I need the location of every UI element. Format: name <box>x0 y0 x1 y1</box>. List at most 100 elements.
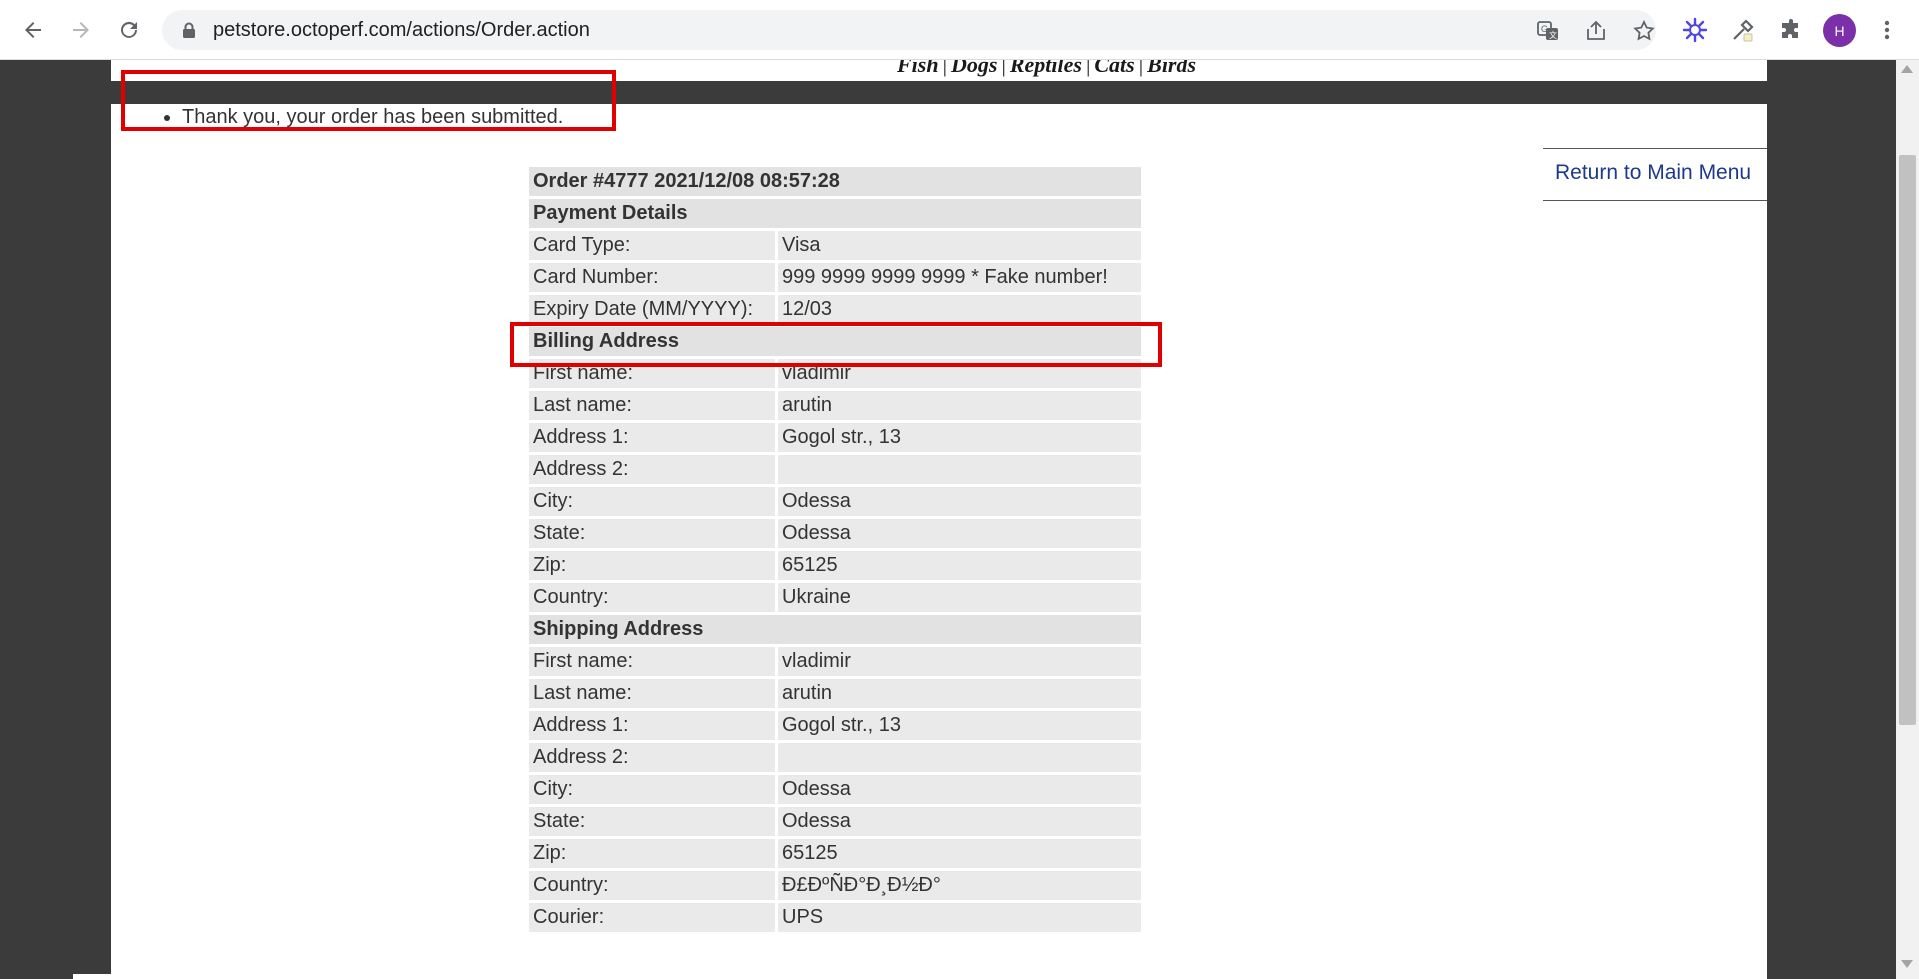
table-row: Zip: 65125 <box>529 551 1141 580</box>
table-row: City: Odessa <box>529 487 1141 516</box>
browser-toolbar: petstore.octoperf.com/actions/Order.acti… <box>0 0 1919 60</box>
billing-country-value: Ukraine <box>778 583 1141 612</box>
payment-details-heading: Payment Details <box>529 199 1141 228</box>
main-content: Thank you, your order has been submitted… <box>111 70 1767 979</box>
expiry-date-value: 12/03 <box>778 295 1141 324</box>
page-viewport: Fish|Dogs|Reptiles|Cats|Birds Thank you,… <box>0 60 1896 979</box>
table-row: Zip: 65125 <box>529 839 1141 868</box>
courier-value: UPS <box>778 903 1141 932</box>
scrollbar-thumb[interactable] <box>1899 155 1916 725</box>
table-row: State: Odessa <box>529 807 1141 836</box>
vertical-scrollbar[interactable] <box>1896 60 1919 979</box>
forward-icon[interactable] <box>64 13 98 47</box>
card-number-value: 999 9999 9999 9999 * Fake number! <box>778 263 1141 292</box>
billing-state-value: Odessa <box>778 519 1141 548</box>
shipping-state-value: Odessa <box>778 807 1141 836</box>
nav-separator: | <box>1001 60 1006 77</box>
table-row: City: Odessa <box>529 775 1141 804</box>
return-main-menu-link[interactable]: Return to Main Menu <box>1555 161 1751 185</box>
share-icon[interactable] <box>1583 18 1609 44</box>
table-row: Last name: arutin <box>529 679 1141 708</box>
shipping-address2-label: Address 2: <box>529 743 775 772</box>
expiry-date-label: Expiry Date (MM/YYYY): <box>529 295 775 324</box>
shipping-zip-value: 65125 <box>778 839 1141 868</box>
nav-cats[interactable]: Cats <box>1094 60 1134 77</box>
order-header-row: Order #4777 2021/12/08 08:57:28 <box>529 167 1141 196</box>
table-row: Expiry Date (MM/YYYY): 12/03 <box>529 295 1141 324</box>
highlight-message <box>121 70 616 131</box>
billing-country-label: Country: <box>529 583 775 612</box>
extension-ai-icon[interactable] <box>1678 13 1712 47</box>
profile-avatar[interactable]: H <box>1823 14 1856 47</box>
table-row: Country: Ukraine <box>529 583 1141 612</box>
return-menu-box: Return to Main Menu <box>1543 148 1767 201</box>
svg-text:文: 文 <box>1549 30 1557 40</box>
table-row: Address 1: Gogol str., 13 <box>529 423 1141 452</box>
shipping-zip-label: Zip: <box>529 839 775 868</box>
shipping-address2-value <box>778 743 1141 772</box>
address-bar[interactable]: petstore.octoperf.com/actions/Order.acti… <box>162 10 1656 50</box>
star-icon[interactable] <box>1631 18 1657 44</box>
url-text: petstore.octoperf.com/actions/Order.acti… <box>213 19 590 41</box>
shipping-city-label: City: <box>529 775 775 804</box>
shipping-country-label: Country: <box>529 871 775 900</box>
shipping-country-value: Ð£ÐºÑÐ°Ð¸Ð½Ð° <box>778 871 1141 900</box>
eyedropper-icon[interactable] <box>1726 13 1760 47</box>
card-number-label: Card Number: <box>529 263 775 292</box>
table-row: Last name: arutin <box>529 391 1141 420</box>
shipping-city-value: Odessa <box>778 775 1141 804</box>
billing-zip-value: 65125 <box>778 551 1141 580</box>
table-row: Address 2: <box>529 455 1141 484</box>
shipping-last-name-value: arutin <box>778 679 1141 708</box>
scroll-up-arrow-icon[interactable] <box>1901 65 1913 73</box>
order-table: Order #4777 2021/12/08 08:57:28 Payment … <box>526 164 1144 935</box>
table-row: Courier: UPS <box>529 903 1141 932</box>
nav-separator: | <box>1138 60 1144 77</box>
billing-address2-label: Address 2: <box>529 455 775 484</box>
billing-address2-value <box>778 455 1141 484</box>
shipping-state-label: State: <box>529 807 775 836</box>
scroll-down-arrow-icon[interactable] <box>1901 960 1913 968</box>
section-header-row: Shipping Address <box>529 615 1141 644</box>
shipping-address1-value: Gogol str., 13 <box>778 711 1141 740</box>
shipping-address-heading: Shipping Address <box>529 615 1141 644</box>
shipping-first-name-label: First name: <box>529 647 775 676</box>
billing-city-label: City: <box>529 487 775 516</box>
puzzle-icon[interactable] <box>1774 13 1808 47</box>
shipping-first-name-value: vladimir <box>778 647 1141 676</box>
billing-zip-label: Zip: <box>529 551 775 580</box>
order-number: Order #4777 2021/12/08 08:57:28 <box>529 167 1141 196</box>
nav-fish[interactable]: Fish <box>897 60 939 77</box>
billing-last-name-value: arutin <box>778 391 1141 420</box>
nav-birds[interactable]: Birds <box>1147 60 1196 77</box>
nav-separator: | <box>1085 60 1091 77</box>
bottom-edge-strip <box>73 974 590 979</box>
translate-icon[interactable]: G文 <box>1535 18 1561 44</box>
table-row: Address 1: Gogol str., 13 <box>529 711 1141 740</box>
table-row: Country: Ð£ÐºÑÐ°Ð¸Ð½Ð° <box>529 871 1141 900</box>
menu-icon[interactable] <box>1870 13 1904 47</box>
table-row: First name: vladimir <box>529 647 1141 676</box>
nav-separator: | <box>942 60 947 77</box>
table-row: State: Odessa <box>529 519 1141 548</box>
courier-label: Courier: <box>529 903 775 932</box>
highlight-card-number <box>510 322 1162 367</box>
back-icon[interactable] <box>16 13 50 47</box>
shipping-last-name-label: Last name: <box>529 679 775 708</box>
shipping-address1-label: Address 1: <box>529 711 775 740</box>
billing-city-value: Odessa <box>778 487 1141 516</box>
billing-last-name-label: Last name: <box>529 391 775 420</box>
nav-reptiles[interactable]: Reptiles <box>1010 60 1082 77</box>
billing-address1-label: Address 1: <box>529 423 775 452</box>
billing-address1-value: Gogol str., 13 <box>778 423 1141 452</box>
card-type-label: Card Type: <box>529 231 775 260</box>
billing-state-label: State: <box>529 519 775 548</box>
reload-icon[interactable] <box>112 13 146 47</box>
table-row: Card Number: 999 9999 9999 9999 * Fake nu… <box>529 263 1141 292</box>
nav-dogs[interactable]: Dogs <box>951 60 997 77</box>
lock-icon[interactable] <box>180 21 198 39</box>
table-row: Address 2: <box>529 743 1141 772</box>
category-nav: Fish | Dogs | Reptiles | Cats | Birds <box>897 60 1196 78</box>
section-header-row: Payment Details <box>529 199 1141 228</box>
table-row: Card Type: Visa <box>529 231 1141 260</box>
